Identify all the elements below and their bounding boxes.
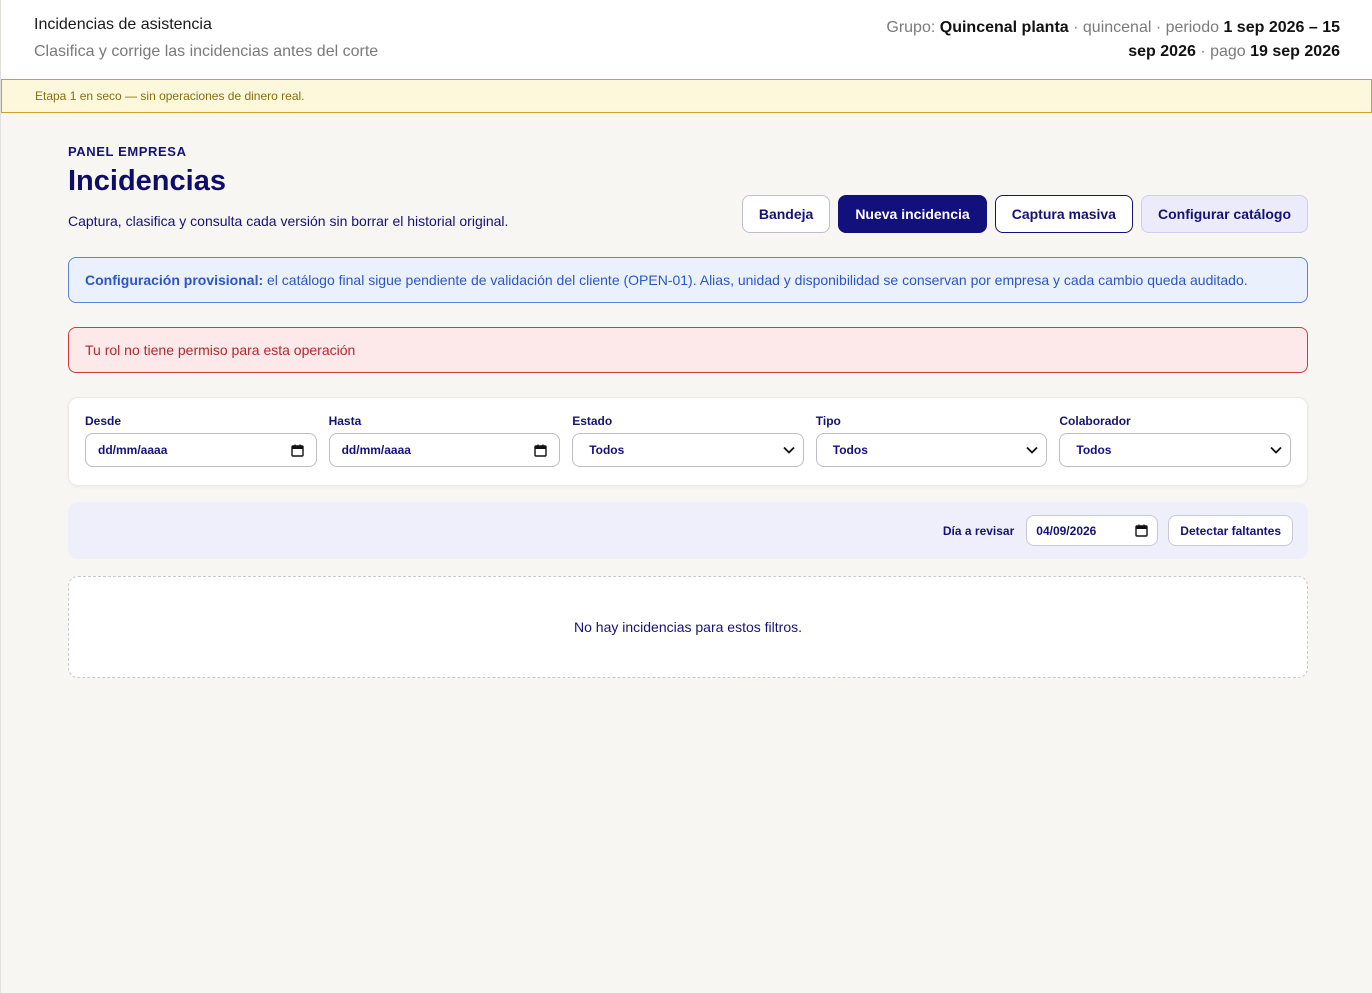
inbox-button[interactable]: Bandeja	[741, 195, 831, 233]
type-filter: Tipo Todos	[815, 414, 1048, 469]
to-label: Hasta	[328, 414, 362, 428]
bulk-capture-button[interactable]: Captura masiva	[994, 195, 1133, 233]
status-select[interactable]: Todos	[572, 433, 804, 467]
app-header: Incidencias de asistencia Clasifica y co…	[1, 0, 1372, 79]
group-label: Grupo:	[886, 19, 936, 36]
chevron-down-icon	[1270, 446, 1282, 454]
detect-missing-button[interactable]: Detectar faltantes	[1168, 515, 1293, 546]
type-select[interactable]: Todos	[815, 433, 1048, 467]
app-title: Incidencias de asistencia	[34, 16, 212, 33]
employee-filter: Colaborador Todos	[1059, 414, 1291, 469]
chevron-down-icon	[1026, 446, 1039, 454]
to-date-input[interactable]: dd/mm/aaaa	[328, 433, 561, 467]
page-title: Incidencias	[68, 165, 226, 197]
filters-panel: Desde dd/mm/aaaa Hasta dd/mm/aaaa Estado…	[68, 397, 1308, 486]
type-label: Tipo	[815, 414, 841, 428]
review-day-label: Día a revisar	[942, 523, 1015, 538]
empty-state: No hay incidencias para estos filtros.	[68, 576, 1308, 678]
page-description: Captura, clasifica y consulta cada versi…	[68, 213, 509, 229]
notice-text: el catálogo final sigue pendiente de val…	[263, 272, 1248, 288]
from-label: Desde	[85, 414, 122, 428]
review-date-value: 04/09/2026	[1036, 523, 1097, 538]
notice-strong: Configuración provisional:	[85, 272, 264, 288]
to-date-value: dd/mm/aaaa	[341, 443, 411, 457]
status-label: Estado	[572, 414, 613, 428]
permission-error: Tu rol no tiene permiso para esta operac…	[68, 327, 1308, 373]
calendar-icon[interactable]	[290, 444, 304, 457]
to-filter: Hasta dd/mm/aaaa	[328, 414, 561, 469]
calendar-icon[interactable]	[1135, 524, 1148, 537]
chevron-down-icon	[783, 446, 795, 454]
app-subtitle: Clasifica y corrige las incidencias ante…	[34, 43, 379, 60]
new-incident-button[interactable]: Nueva incidencia	[838, 195, 987, 233]
review-day-bar: Día a revisar 04/09/2026 Detectar faltan…	[68, 502, 1308, 559]
pay-label: · pago	[1200, 43, 1246, 60]
employee-selected: Todos	[1076, 443, 1112, 457]
period-info: Grupo: Quincenal planta · quincenal · pe…	[870, 16, 1340, 64]
employee-label: Colaborador	[1059, 414, 1131, 428]
status-filter: Estado Todos	[572, 414, 804, 469]
page-actions: Bandeja Nueva incidencia Captura masiva …	[741, 195, 1308, 233]
employee-select[interactable]: Todos	[1059, 433, 1291, 467]
dry-run-banner: Etapa 1 en seco — sin operaciones de din…	[1, 79, 1372, 113]
review-date-input[interactable]: 04/09/2026	[1026, 515, 1159, 546]
from-filter: Desde dd/mm/aaaa	[85, 414, 317, 469]
pay-date: 19 sep 2026	[1250, 43, 1340, 60]
type-selected: Todos	[832, 443, 868, 457]
frequency-label: · quincenal · periodo	[1073, 19, 1219, 36]
provisional-config-notice: Configuración provisional: el catálogo f…	[68, 257, 1308, 303]
page-eyebrow: PANEL EMPRESA	[68, 144, 187, 159]
from-date-input[interactable]: dd/mm/aaaa	[85, 433, 317, 467]
calendar-icon[interactable]	[534, 444, 547, 457]
configure-catalog-button[interactable]: Configurar catálogo	[1140, 195, 1308, 233]
from-date-value: dd/mm/aaaa	[98, 443, 168, 457]
status-selected: Todos	[589, 443, 625, 457]
group-name: Quincenal planta	[939, 19, 1069, 36]
